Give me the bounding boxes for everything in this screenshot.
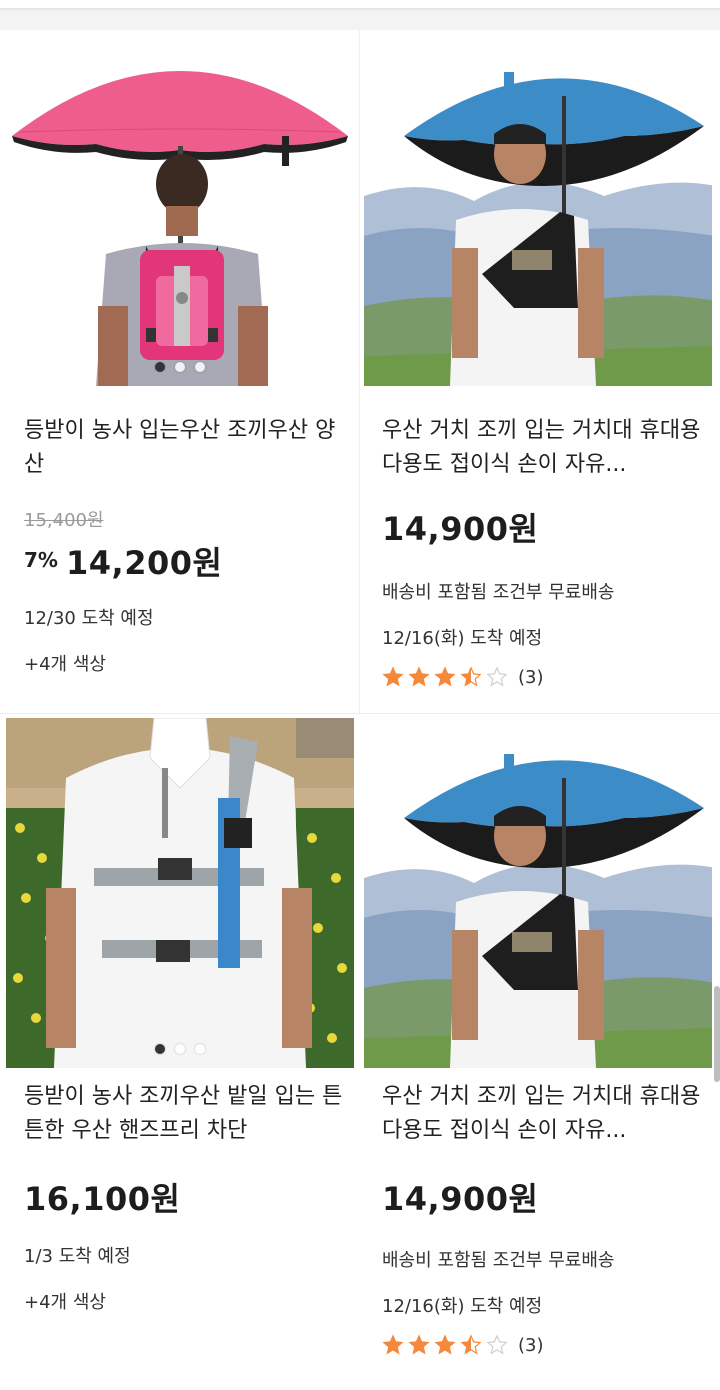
star-icon [408,1334,430,1355]
carousel-dot[interactable] [155,362,165,372]
product-card[interactable]: 등받이 농사 조끼우산 밭일 입는 튼튼한 우산 핸즈프리 차단 16,100원… [0,714,360,1390]
product-card[interactable]: 우산 거치 조끼 입는 거치대 휴대용 다용도 접이식 손이 자유... 14,… [360,30,720,714]
star-icon [382,1334,404,1355]
original-price: 15,400원 [24,510,104,531]
product-title[interactable]: 우산 거치 조끼 입는 거치대 휴대용 다용도 접이식 손이 자유... [382,414,702,482]
carousel-dot[interactable] [175,1044,185,1054]
sale-price: 14,900원 [382,1180,539,1218]
top-divider [0,0,720,30]
product-card[interactable]: 우산 거치 조끼 입는 거치대 휴대용 다용도 접이식 손이 자유... 14,… [360,714,720,1390]
star-icon [434,666,456,687]
carousel-dot[interactable] [195,362,205,372]
rating-count: (3) [518,666,544,688]
star-icon [486,1334,508,1355]
product-image[interactable] [364,718,712,1068]
carousel-dot[interactable] [175,362,185,372]
delivery-estimate: 12/30 도착 예정 [24,608,154,629]
star-icon [486,666,508,687]
sale-price: 16,100원 [24,1180,181,1218]
product-grid: 등받이 농사 입는우산 조끼우산 양산 15,400원 7% 14,200원 1… [0,30,720,1390]
delivery-estimate: 12/16(화) 도착 예정 [382,1296,543,1317]
product-title[interactable]: 등받이 농사 조끼우산 밭일 입는 튼튼한 우산 핸즈프리 차단 [24,1080,344,1148]
delivery-estimate: 1/3 도착 예정 [24,1246,131,1267]
product-image[interactable] [6,718,354,1068]
product-image[interactable] [6,36,354,386]
scrollbar[interactable] [714,986,720,1082]
sale-price: 14,200원 [66,544,223,582]
product-title[interactable]: 등받이 농사 입는우산 조끼우산 양산 [24,414,344,482]
sale-price: 14,900원 [382,510,539,548]
rating-count: (3) [518,1334,544,1356]
star-icon [408,666,430,687]
star-icon [460,666,482,687]
image-carousel-dots[interactable] [6,1044,354,1054]
shipping-info: 배송비 포함됨 조건부 무료배송 [382,582,615,603]
product-image[interactable] [364,36,712,386]
color-options[interactable]: +4개 색상 [24,650,106,676]
star-icon [382,666,404,687]
star-icon [460,1334,482,1355]
rating-stars: (3) [382,666,544,688]
carousel-dot[interactable] [195,1044,205,1054]
shipping-info: 배송비 포함됨 조건부 무료배송 [382,1250,615,1271]
product-card[interactable]: 등받이 농사 입는우산 조끼우산 양산 15,400원 7% 14,200원 1… [0,30,360,714]
discount-rate: 7% [24,548,58,572]
star-icon [434,1334,456,1355]
color-options[interactable]: +4개 색상 [24,1288,106,1314]
image-carousel-dots[interactable] [6,362,354,372]
carousel-dot[interactable] [155,1044,165,1054]
delivery-estimate: 12/16(화) 도착 예정 [382,628,543,649]
product-title[interactable]: 우산 거치 조끼 입는 거치대 휴대용 다용도 접이식 손이 자유... [382,1080,702,1148]
rating-stars: (3) [382,1334,544,1356]
